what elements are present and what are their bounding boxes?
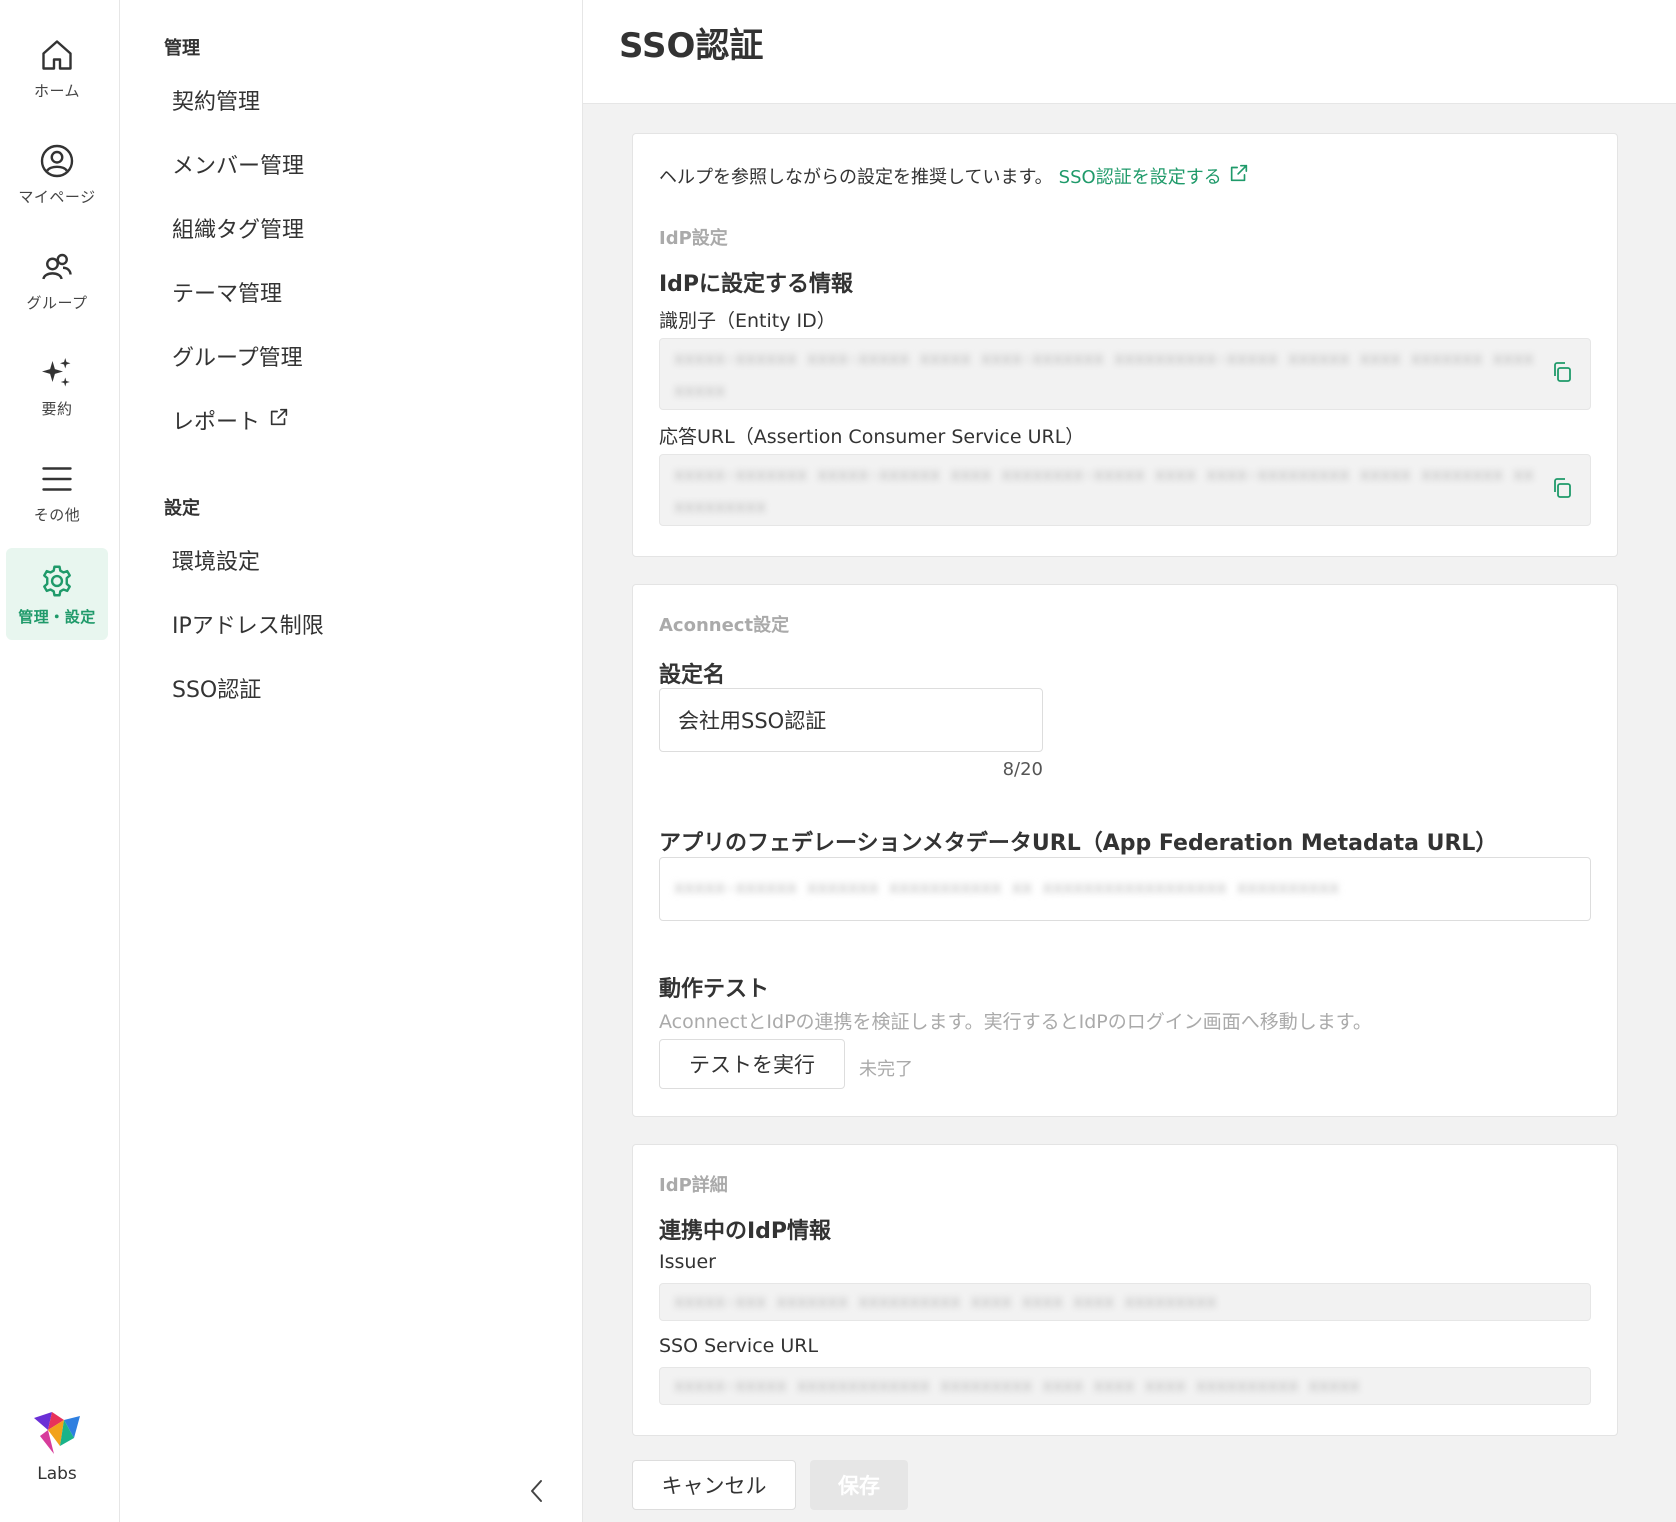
setting-name-label: 設定名 xyxy=(659,663,726,688)
issuer-value: xxxxx-xxx xxxxxxx xxxxxxxxxx xxxx xxxx x… xyxy=(674,1292,1217,1312)
sidebar-item-label: グループ管理 xyxy=(172,346,303,371)
rail-item-mypage[interactable]: マイページ xyxy=(6,128,108,220)
idp-settings-card: ヘルプを参照しながらの設定を推奨しています。 SSO認証を設定する IdP設定 … xyxy=(632,133,1618,557)
save-button[interactable]: 保存 xyxy=(810,1460,908,1510)
section-label-idp-detail: IdP詳細 xyxy=(659,1175,728,1196)
rail-item-label: ホーム xyxy=(33,81,81,100)
sso-url-field: xxxxx-xxxxx xxxxxxxxxxxxx xxxxxxxxx xxxx… xyxy=(659,1367,1591,1405)
rail-item-label: 要約 xyxy=(41,399,73,418)
sidebar-item-org-tags[interactable]: 組織タグ管理 xyxy=(172,212,304,244)
copy-entity-id-button[interactable] xyxy=(1548,360,1576,388)
acs-url-label: 応答URL（Assertion Consumer Service URL） xyxy=(659,426,1085,448)
rail-item-label: 管理・設定 xyxy=(18,607,96,626)
rail-item-other[interactable]: その他 xyxy=(6,446,108,538)
aconnect-settings-card: Aconnect設定 設定名 会社用SSO認証 8/20 アプリのフェデレーショ… xyxy=(632,584,1618,1117)
sidebar-item-label: SSO認証 xyxy=(172,678,262,703)
test-status: 未完了 xyxy=(859,1059,913,1080)
copy-acs-url-button[interactable] xyxy=(1548,476,1576,504)
settings-sidebar: 管理 契約管理 メンバー管理 組織タグ管理 テーマ管理 グループ管理 レポート … xyxy=(120,0,583,1522)
rail-item-label: その他 xyxy=(33,505,81,524)
sparkle-icon xyxy=(38,354,76,392)
sidebar-item-label: IPアドレス制限 xyxy=(172,614,324,639)
acs-url-value: xxxxx-xxxxxxx xxxxx-xxxxxx xxxx xxxxxxxx… xyxy=(674,465,1534,517)
page-header: SSO認証 xyxy=(583,0,1676,104)
group-icon xyxy=(38,248,76,286)
setting-name-value: 会社用SSO認証 xyxy=(678,709,827,733)
sidebar-item-reports[interactable]: レポート xyxy=(172,404,290,436)
sidebar-item-environment[interactable]: 環境設定 xyxy=(172,544,260,576)
help-link[interactable]: SSO認証を設定する xyxy=(1059,162,1250,189)
issuer-label: Issuer xyxy=(659,1251,716,1273)
sidebar-item-label: 契約管理 xyxy=(172,90,261,115)
sidebar-item-label: メンバー管理 xyxy=(172,154,305,179)
sso-url-value: xxxxx-xxxxx xxxxxxxxxxxxx xxxxxxxxx xxxx… xyxy=(674,1376,1360,1396)
cancel-button[interactable]: キャンセル xyxy=(632,1460,796,1510)
user-circle-icon xyxy=(38,142,76,180)
sidebar-item-ip-restriction[interactable]: IPアドレス制限 xyxy=(172,608,324,640)
sidebar-item-label: テーマ管理 xyxy=(172,282,283,307)
idp-detail-card: IdP詳細 連携中のIdP情報 Issuer xxxxx-xxx xxxxxxx… xyxy=(632,1144,1618,1436)
home-icon xyxy=(38,36,76,74)
external-link-icon xyxy=(268,406,290,434)
labs-logo[interactable]: Labs xyxy=(6,1410,108,1500)
entity-id-value: xxxxx-xxxxxx xxxx-xxxxx xxxxx xxxx-xxxxx… xyxy=(674,349,1534,401)
test-title: 動作テスト xyxy=(659,977,770,1002)
sidebar-item-label: レポート xyxy=(172,410,261,435)
rail-item-home[interactable]: ホーム xyxy=(6,22,108,114)
labs-logo-icon xyxy=(30,1410,84,1460)
metadata-url-label: アプリのフェデレーションメタデータURL（App Federation Meta… xyxy=(659,831,1498,856)
section-label-idp: IdP設定 xyxy=(659,228,728,249)
page-title: SSO認証 xyxy=(619,26,764,66)
gear-icon xyxy=(38,562,76,600)
metadata-url-value: xxxxx-xxxxxx xxxxxxx xxxxxxxxxxx xx xxxx… xyxy=(674,878,1340,898)
nav-heading-admin: 管理 xyxy=(164,38,200,59)
help-link-label: SSO認証を設定する xyxy=(1058,166,1222,188)
section-label-aconnect: Aconnect設定 xyxy=(659,615,790,636)
save-label: 保存 xyxy=(838,1474,880,1498)
sidebar-item-label: 組織タグ管理 xyxy=(172,218,305,243)
sidebar-item-members[interactable]: メンバー管理 xyxy=(172,148,304,180)
run-test-label: テストを実行 xyxy=(689,1053,815,1077)
test-description: AconnectとIdPの連携を検証します。実行するとIdPのログイン画面へ移動… xyxy=(659,1011,1372,1033)
external-link-icon xyxy=(1228,162,1250,189)
char-counter: 8/20 xyxy=(1002,759,1043,780)
idp-info-title: IdPに設定する情報 xyxy=(659,272,854,297)
chevron-left-icon xyxy=(527,1478,547,1508)
sidebar-item-contract[interactable]: 契約管理 xyxy=(172,84,260,116)
entity-id-label: 識別子（Entity ID） xyxy=(659,310,836,332)
rail-item-label: グループ xyxy=(26,293,88,312)
labs-label: Labs xyxy=(37,1464,77,1484)
metadata-url-input[interactable]: xxxxx-xxxxxx xxxxxxx xxxxxxxxxxx xx xxxx… xyxy=(659,857,1591,921)
run-test-button[interactable]: テストを実行 xyxy=(659,1039,845,1089)
rail-item-label: マイページ xyxy=(18,187,96,206)
issuer-field: xxxxx-xxx xxxxxxx xxxxxxxxxx xxxx xxxx x… xyxy=(659,1283,1591,1321)
sidebar-item-themes[interactable]: テーマ管理 xyxy=(172,276,282,308)
acs-url-field: xxxxx-xxxxxxx xxxxx-xxxxxx xxxx xxxxxxxx… xyxy=(659,454,1591,526)
sidebar-item-label: 環境設定 xyxy=(172,550,261,575)
nav-heading-settings: 設定 xyxy=(164,498,200,519)
collapse-sidebar-button[interactable] xyxy=(522,1478,552,1508)
sidebar-item-groups[interactable]: グループ管理 xyxy=(172,340,303,372)
sidebar-item-sso[interactable]: SSO認証 xyxy=(172,672,261,704)
rail-item-admin-settings[interactable]: 管理・設定 xyxy=(6,548,108,640)
rail-item-group[interactable]: グループ xyxy=(6,234,108,326)
help-text: ヘルプを参照しながらの設定を推奨しています。 xyxy=(659,166,1053,188)
menu-icon xyxy=(38,460,76,498)
copy-icon xyxy=(1550,360,1574,388)
rail-item-summary[interactable]: 要約 xyxy=(6,340,108,432)
sso-url-label: SSO Service URL xyxy=(659,1335,819,1357)
entity-id-field: xxxxx-xxxxxx xxxx-xxxxx xxxxx xxxx-xxxxx… xyxy=(659,338,1591,410)
cancel-label: キャンセル xyxy=(661,1474,767,1498)
copy-icon xyxy=(1550,476,1574,504)
icon-rail: ホーム マイページ グループ 要約 その他 管理・設定 Labs xyxy=(0,0,120,1522)
setting-name-input[interactable]: 会社用SSO認証 xyxy=(659,688,1043,752)
linked-idp-title: 連携中のIdP情報 xyxy=(659,1219,832,1244)
help-line: ヘルプを参照しながらの設定を推奨しています。 SSO認証を設定する xyxy=(659,162,1250,189)
